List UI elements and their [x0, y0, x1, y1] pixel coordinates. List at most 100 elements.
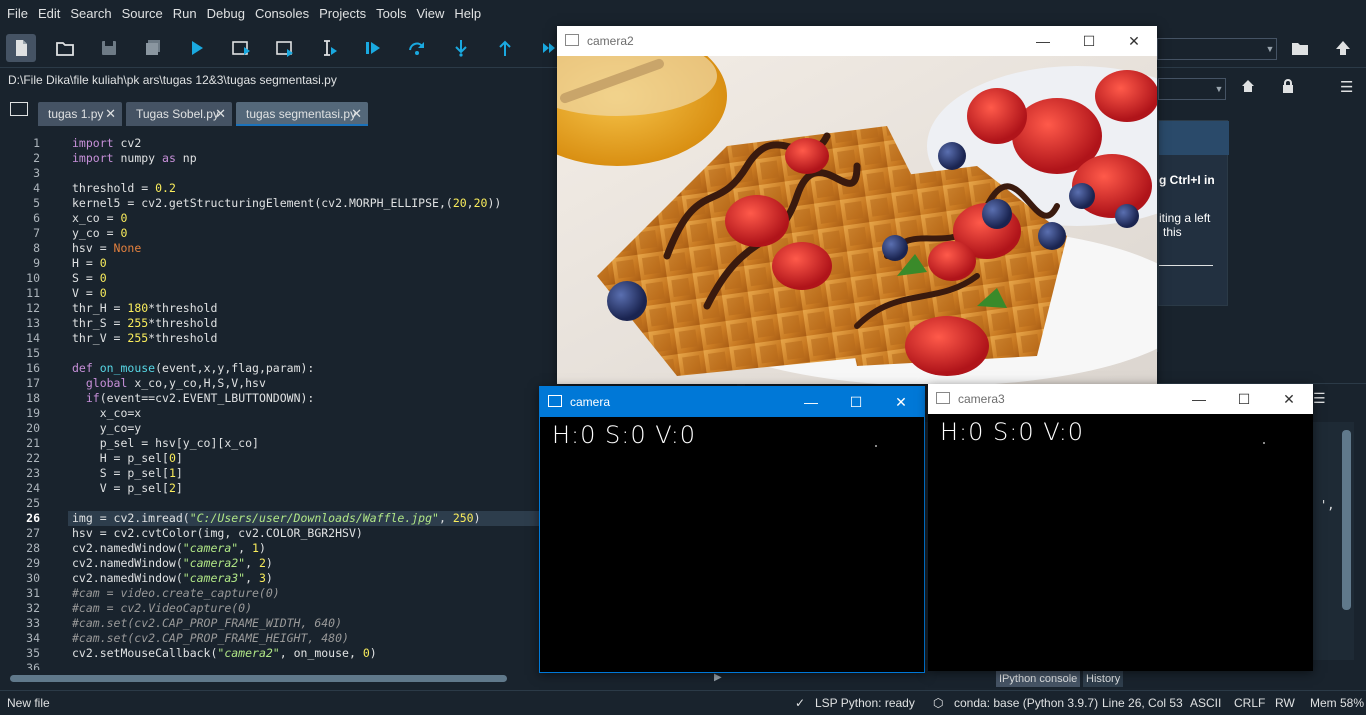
code-line[interactable]: hsv = None — [72, 241, 141, 256]
maximize-icon[interactable]: ☐ — [1221, 384, 1267, 414]
step-into-icon[interactable] — [446, 34, 476, 62]
window-title-bar[interactable]: camera — ☐ ✕ — [540, 387, 924, 417]
code-line[interactable]: import cv2 — [72, 136, 141, 151]
menu-item-tools[interactable]: Tools — [371, 0, 411, 28]
scrollbar-thumb[interactable] — [10, 675, 507, 682]
options-menu-icon[interactable]: ☰ — [1313, 390, 1329, 406]
tab-tugas-1[interactable]: tugas 1.py ✕ — [38, 102, 122, 126]
menu-item-projects[interactable]: Projects — [314, 0, 371, 28]
line-number: 7 — [33, 226, 40, 240]
code-line[interactable]: global x_co,y_co,H,S,V,hsv — [72, 376, 266, 391]
close-icon[interactable]: ✕ — [1111, 26, 1157, 56]
code-line[interactable]: y_co = 0 — [72, 226, 127, 241]
code-line[interactable]: kernel5 = cv2.getStructuringElement(cv2.… — [72, 196, 501, 211]
lsp-status[interactable]: LSP Python: ready — [815, 696, 915, 710]
editor-tabs: tugas 1.py ✕ Tugas Sobel.py ✕ tugas segmen… — [0, 96, 560, 128]
parent-directory-icon[interactable] — [1328, 34, 1358, 62]
line-number: 14 — [26, 331, 40, 345]
tab-history[interactable]: History — [1083, 671, 1124, 687]
options-menu-icon[interactable]: ☰ — [1340, 78, 1356, 96]
run-selection-icon[interactable] — [314, 34, 344, 62]
horizontal-scrollbar[interactable] — [10, 672, 740, 684]
code-line[interactable]: x_co=x — [72, 406, 142, 421]
code-line[interactable]: #cam = cv2.VideoCapture(0) — [72, 601, 252, 616]
menu-item-debug[interactable]: Debug — [202, 0, 250, 28]
browse-tabs-icon[interactable] — [10, 102, 28, 116]
close-icon[interactable]: ✕ — [105, 102, 116, 126]
code-line[interactable]: S = 0 — [72, 271, 107, 286]
code-line[interactable]: thr_S = 255*threshold — [72, 316, 217, 331]
tab-tugas-sobel[interactable]: Tugas Sobel.py ✕ — [126, 102, 232, 126]
code-line[interactable]: hsv = cv2.cvtColor(img, cv2.COLOR_BGR2HS… — [72, 526, 363, 541]
menu-item-source[interactable]: Source — [117, 0, 168, 28]
step-return-icon[interactable] — [490, 34, 520, 62]
minimize-icon[interactable]: — — [1176, 384, 1222, 414]
conda-env[interactable]: conda: base (Python 3.9.7) — [954, 696, 1098, 710]
maximize-icon[interactable]: ☐ — [833, 387, 879, 417]
window-title-bar[interactable]: camera3 — ☐ ✕ — [928, 384, 1313, 414]
window-title-bar[interactable]: camera2 — ☐ ✕ — [557, 26, 1157, 56]
step-over-icon[interactable] — [402, 34, 432, 62]
code-line[interactable]: import numpy as np — [72, 151, 197, 166]
code-line[interactable]: x_co = 0 — [72, 211, 127, 226]
code-line[interactable]: p_sel = hsv[y_co][x_co] — [72, 436, 259, 451]
menu-item-run[interactable]: Run — [168, 0, 202, 28]
menu-item-file[interactable]: File — [2, 0, 33, 28]
scrollbar-thumb[interactable] — [1342, 430, 1351, 610]
code-line[interactable]: V = p_sel[2] — [72, 481, 183, 496]
camera2-window[interactable]: camera2 — ☐ ✕ — [557, 26, 1157, 384]
waffle-image[interactable] — [557, 56, 1157, 384]
menu-item-consoles[interactable]: Consoles — [250, 0, 314, 28]
code-line[interactable]: y_co=y — [72, 421, 142, 436]
code-line[interactable]: cv2.namedWindow("camera", 1) — [72, 541, 266, 556]
code-line[interactable]: H = 0 — [72, 256, 107, 271]
menu-item-view[interactable]: View — [411, 0, 449, 28]
maximize-icon[interactable]: ☐ — [1066, 26, 1112, 56]
help-text-line: this — [1163, 225, 1182, 239]
code-line[interactable]: img = cv2.imread("C:/Users/user/Download… — [72, 511, 481, 526]
debug-icon[interactable] — [358, 34, 388, 62]
code-line[interactable]: #cam.set(cv2.CAP_PROP_FRAME_HEIGHT, 480) — [72, 631, 349, 646]
close-icon[interactable]: ✕ — [351, 102, 362, 126]
close-icon[interactable]: ✕ — [1266, 384, 1312, 414]
camera-window[interactable]: camera — ☐ ✕ H:0 S:0 V:0 — [539, 386, 925, 673]
lock-icon[interactable] — [1280, 78, 1296, 94]
camera3-window[interactable]: camera3 — ☐ ✕ H:0 S:0 V:0 — [928, 384, 1313, 671]
hsv-readout: H:0 S:0 V:0 — [940, 418, 1085, 446]
tab-tugas-segmentasi[interactable]: tugas segmentasi.py ✕ — [236, 102, 368, 126]
code-line[interactable]: V = 0 — [72, 286, 107, 301]
code-line[interactable]: if(event==cv2.EVENT_LBUTTONDOWN): — [72, 391, 315, 406]
close-icon[interactable]: ✕ — [878, 387, 924, 417]
run-cell-advance-icon[interactable] — [270, 34, 300, 62]
code-line[interactable]: thr_V = 255*threshold — [72, 331, 217, 346]
code-line[interactable]: thr_H = 180*threshold — [72, 301, 217, 316]
tab-ipython-console[interactable]: IPython console — [996, 671, 1081, 687]
code-line[interactable]: cv2.namedWindow("camera2", 2) — [72, 556, 273, 571]
menu-item-edit[interactable]: Edit — [33, 0, 65, 28]
open-file-icon[interactable] — [50, 34, 80, 62]
save-all-icon[interactable] — [138, 34, 168, 62]
code-line[interactable]: cv2.namedWindow("camera3", 3) — [72, 571, 273, 586]
run-icon[interactable] — [182, 34, 212, 62]
run-cell-icon[interactable] — [226, 34, 256, 62]
home-icon[interactable] — [1240, 78, 1256, 94]
code-line[interactable]: cv2.setMouseCallback("camera2", on_mouse… — [72, 646, 377, 661]
hsv-readout: H:0 S:0 V:0 — [552, 421, 697, 449]
close-icon[interactable]: ✕ — [215, 102, 226, 126]
menu-item-help[interactable]: Help — [449, 0, 486, 28]
scroll-right-icon[interactable]: ▶ — [714, 672, 726, 684]
code-line[interactable]: threshold = 0.2 — [72, 181, 176, 196]
code-line[interactable]: H = p_sel[0] — [72, 451, 183, 466]
code-line[interactable]: S = p_sel[1] — [72, 466, 183, 481]
code-line[interactable]: #cam.set(cv2.CAP_PROP_FRAME_WIDTH, 640) — [72, 616, 342, 631]
minimize-icon[interactable]: — — [1020, 26, 1066, 56]
new-file-icon[interactable] — [6, 34, 36, 62]
menu-item-search[interactable]: Search — [65, 0, 116, 28]
minimize-icon[interactable]: — — [788, 387, 834, 417]
tab-label: tugas 1.py — [48, 107, 104, 121]
save-icon[interactable] — [94, 34, 124, 62]
code-line[interactable]: #cam = video.create_capture(0) — [72, 586, 280, 601]
working-directory-combo[interactable] — [1157, 38, 1277, 60]
browse-folder-icon[interactable] — [1285, 34, 1315, 62]
code-line[interactable]: def on_mouse(event,x,y,flag,param): — [72, 361, 314, 376]
